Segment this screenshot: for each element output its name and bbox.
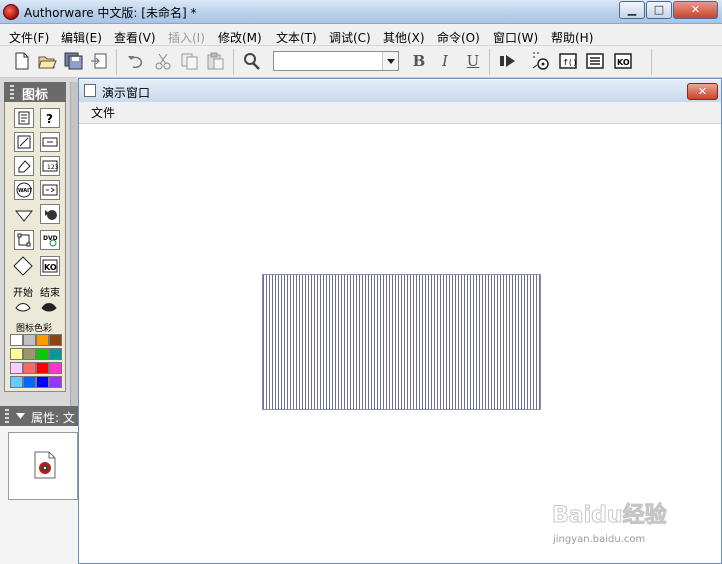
menu-item[interactable]: 编辑(E): [61, 29, 102, 46]
menu-item[interactable]: 调试(C): [329, 29, 371, 46]
svg-text:123: 123: [47, 164, 58, 171]
dvd-icon[interactable]: DVD: [40, 230, 60, 250]
svg-text:KO: KO: [44, 263, 57, 272]
decision-icon[interactable]: [40, 180, 60, 200]
presentation-menu-bar: [79, 102, 721, 124]
copy-icon[interactable]: [180, 51, 200, 71]
knowledge-objects-icon[interactable]: KO: [613, 51, 633, 71]
toolbar-separator: [116, 49, 117, 75]
icon-palette-title: 图标: [22, 88, 49, 103]
toolbar-separator: [489, 49, 490, 75]
color-swatch[interactable]: [49, 334, 62, 346]
color-swatch[interactable]: [49, 376, 62, 388]
color-swatch[interactable]: [10, 348, 23, 360]
menu-item[interactable]: 其他(X): [383, 29, 425, 46]
watermark-url: jingyan.baidu.com: [553, 534, 646, 545]
underline-button[interactable]: U: [463, 51, 483, 71]
color-swatch[interactable]: [49, 362, 62, 374]
motion-icon[interactable]: [14, 206, 34, 226]
functions-icon[interactable]: f(): [558, 51, 578, 71]
icon-palette-title-bar[interactable]: 图标: [4, 82, 66, 103]
grip-handle[interactable]: [5, 409, 9, 423]
color-swatch[interactable]: [23, 348, 36, 360]
window-title: Authorware 中文版: [未命名] *: [24, 6, 197, 20]
save-all-icon[interactable]: [64, 51, 84, 71]
run-icon[interactable]: [498, 51, 518, 71]
find-icon[interactable]: [242, 51, 262, 71]
map-icon[interactable]: [14, 230, 34, 250]
new-icon[interactable]: [12, 51, 32, 71]
color-swatch[interactable]: [10, 334, 23, 346]
presentation-title-bar[interactable]: [79, 80, 721, 102]
color-swatch[interactable]: [23, 334, 36, 346]
color-swatch[interactable]: [23, 376, 36, 388]
display-icon[interactable]: [14, 108, 34, 128]
menu-item[interactable]: 窗口(W): [493, 29, 538, 46]
digital-movie-icon[interactable]: [40, 204, 60, 224]
svg-text:?: ?: [46, 112, 53, 125]
cut-icon[interactable]: [153, 51, 173, 71]
properties-title-bar[interactable]: 属性: 文: [0, 406, 78, 426]
presentation-title: 演示窗口: [102, 86, 151, 100]
baidu-watermark-logo: Baidu经验: [552, 502, 667, 529]
menu-item[interactable]: 文本(T): [276, 29, 317, 46]
file-document-icon: [34, 451, 56, 482]
toolbar-separator: [233, 49, 234, 75]
menu-item[interactable]: 文件(F): [9, 29, 49, 46]
interaction-icon[interactable]: ?: [40, 108, 60, 128]
menu-item[interactable]: 查看(V): [114, 29, 156, 46]
svg-text:f(): f(): [563, 58, 577, 67]
menu-item[interactable]: 帮助(H): [551, 29, 593, 46]
font-select[interactable]: [273, 51, 399, 71]
grip-handle[interactable]: [10, 85, 14, 99]
presentation-window-icon: [84, 84, 96, 97]
menu-item[interactable]: 修改(M): [218, 29, 262, 46]
chevron-down-icon[interactable]: [16, 413, 25, 419]
icon-color-label: 图标色彩: [16, 324, 53, 334]
erase-icon[interactable]: [14, 156, 34, 176]
properties-title: 属性: 文: [31, 411, 75, 425]
svg-text:KO: KO: [617, 58, 630, 67]
end-flag-label: 结束: [40, 288, 60, 299]
color-swatch[interactable]: [36, 362, 49, 374]
color-swatch[interactable]: [36, 376, 49, 388]
svg-text:WAIT: WAIT: [18, 188, 32, 194]
control-panel-icon[interactable]: [531, 51, 551, 71]
striped-rectangle-shape[interactable]: [262, 274, 541, 410]
minimize-button[interactable]: ▁: [619, 1, 645, 19]
italic-button[interactable]: I: [435, 51, 455, 71]
maximize-button[interactable]: □: [646, 1, 672, 19]
color-swatch[interactable]: [49, 348, 62, 360]
start-flag-label: 开始: [13, 288, 33, 299]
sound-icon[interactable]: [13, 256, 33, 276]
menu-item[interactable]: 命令(O): [437, 29, 480, 46]
color-swatch[interactable]: [23, 362, 36, 374]
bold-button[interactable]: B: [409, 51, 429, 71]
paste-icon[interactable]: [206, 51, 226, 71]
wait-icon[interactable]: WAIT: [14, 180, 34, 200]
knowledge-object-icon[interactable]: KO: [40, 256, 60, 276]
import-icon[interactable]: [90, 51, 110, 71]
chevron-down-icon[interactable]: [382, 52, 398, 70]
color-swatch[interactable]: [36, 348, 49, 360]
presentation-menu-file[interactable]: 文件: [91, 104, 115, 121]
color-swatch[interactable]: [36, 334, 49, 346]
calculation-icon[interactable]: [14, 132, 34, 152]
presentation-close-button[interactable]: ✕: [687, 83, 718, 100]
toolbar-separator: [651, 49, 652, 75]
watermark-logo-text: Baidu经验: [552, 502, 667, 528]
open-icon[interactable]: [38, 51, 58, 71]
variables-icon[interactable]: [585, 51, 605, 71]
undo-icon[interactable]: [126, 51, 146, 71]
framework-icon[interactable]: 123: [40, 156, 60, 176]
menu-item[interactable]: 插入(I): [168, 29, 205, 46]
color-swatch[interactable]: [10, 362, 23, 374]
authorware-app-icon[interactable]: [3, 4, 19, 20]
start-flag-icon[interactable]: [14, 300, 34, 317]
navigate-icon[interactable]: [40, 132, 60, 152]
end-flag-icon[interactable]: [40, 300, 60, 317]
close-button[interactable]: ✕: [673, 1, 718, 19]
color-swatch[interactable]: [10, 376, 23, 388]
